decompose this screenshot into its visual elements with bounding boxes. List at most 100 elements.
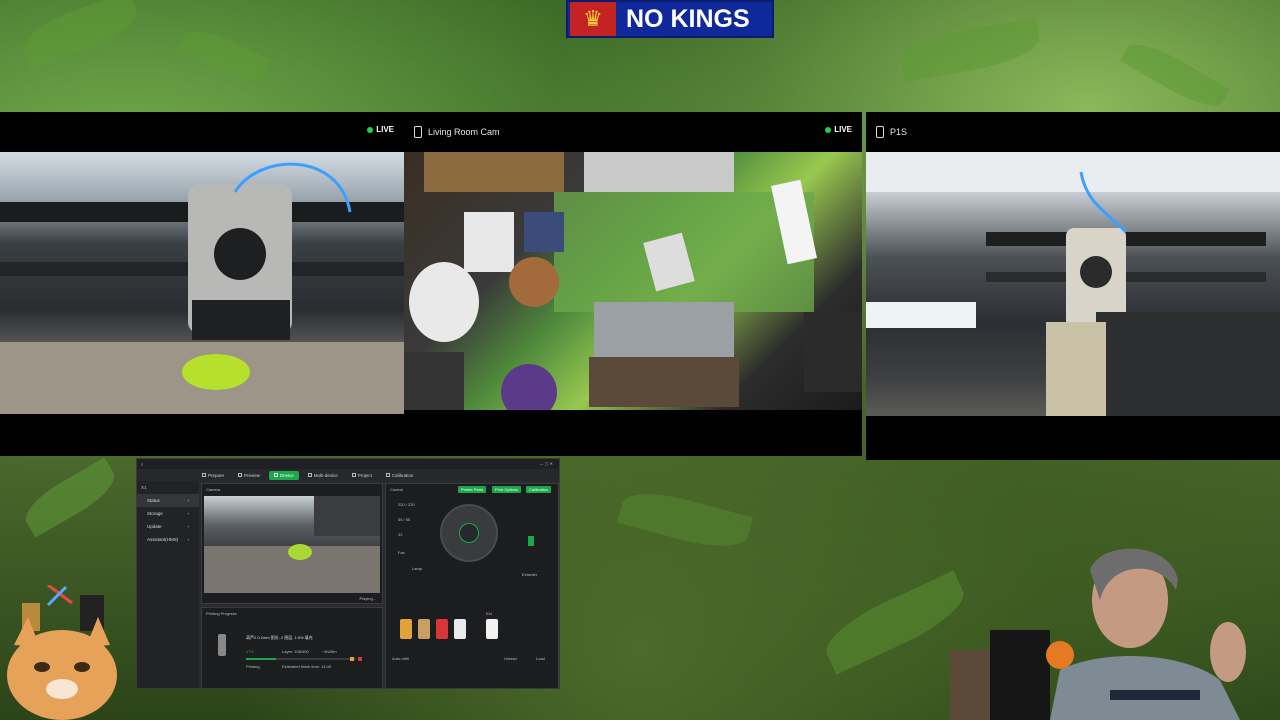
bed-temp[interactable]: 55 / 55 bbox=[398, 517, 410, 522]
stop-icon[interactable] bbox=[358, 657, 362, 661]
camera-panel-right[interactable]: P1S bbox=[866, 112, 1280, 460]
kitten-illustration bbox=[7, 583, 117, 720]
extruder-label: Extruder bbox=[522, 572, 538, 577]
time-remaining: ~4h28m bbox=[322, 649, 337, 654]
kitten-jedi-overlay bbox=[0, 583, 130, 720]
table-scene bbox=[404, 152, 862, 410]
streamer-silhouette bbox=[950, 548, 1246, 720]
printer-camera-feed bbox=[0, 152, 404, 414]
progress-pane: Printing Progress 葫芦2 0.2mm 图形, 2 图层, 1.… bbox=[201, 607, 383, 689]
ext-label: Ext bbox=[486, 611, 492, 616]
print-status: Printing bbox=[246, 664, 260, 669]
axis-jog-dial[interactable] bbox=[440, 504, 498, 562]
finish-time: Estimated finish time: 14:40 bbox=[282, 664, 332, 669]
progress-fill bbox=[246, 658, 276, 660]
external-spool[interactable] bbox=[486, 619, 498, 639]
calibration-icon bbox=[385, 473, 390, 477]
control-title: Control bbox=[390, 487, 403, 492]
p1s-camera-feed bbox=[866, 152, 1280, 416]
camera-panel-center[interactable]: Living Room Cam LIVE bbox=[404, 112, 862, 456]
live-indicator: LIVE bbox=[367, 125, 394, 134]
nozzle-temp[interactable]: 220 / 220 bbox=[398, 502, 415, 507]
camera-status: Playing... bbox=[359, 596, 376, 601]
software-camera-view bbox=[204, 496, 380, 593]
camera-title: P1S bbox=[890, 127, 908, 137]
project-icon bbox=[351, 473, 356, 477]
camera-title: Living Room Cam bbox=[428, 127, 500, 137]
crown-icon: ♛ bbox=[570, 2, 616, 36]
software-camera-scene bbox=[204, 496, 380, 593]
preview-icon bbox=[238, 473, 243, 477]
chamber-temp[interactable]: 32 bbox=[398, 532, 402, 537]
auto-refill-button[interactable]: Auto-refill bbox=[392, 656, 409, 661]
sidebar-item-assistant[interactable]: Assistant(HMS) › bbox=[137, 533, 199, 546]
sidebar-item-status[interactable]: Status › bbox=[137, 494, 199, 507]
ams-slot-4[interactable] bbox=[454, 619, 466, 639]
live-dot-icon bbox=[367, 126, 374, 133]
camera-pane-title: Camera bbox=[206, 487, 221, 492]
sidebar-item-update[interactable]: Update › bbox=[137, 520, 199, 533]
leaf-decoration bbox=[1119, 34, 1231, 116]
control-pane: Control Printer Parts Print Options Cali… bbox=[385, 483, 559, 689]
leaf-decoration bbox=[17, 457, 123, 538]
ams-slot-1[interactable] bbox=[400, 619, 412, 639]
live-dot-icon bbox=[825, 126, 832, 133]
tab-device[interactable]: Device bbox=[269, 470, 299, 480]
tab-prepare[interactable]: Prepare bbox=[197, 471, 229, 480]
camera-header: P1S bbox=[866, 112, 1280, 152]
tab-preview[interactable]: Preview bbox=[233, 471, 265, 480]
phone-icon bbox=[876, 126, 884, 138]
ams-slot-3[interactable] bbox=[436, 619, 448, 639]
bambu-studio-window[interactable]: ≡ — ▢ ✕ Prepare Preview Device Multi-dev… bbox=[136, 458, 560, 689]
model-thumbnail bbox=[218, 634, 226, 656]
extruder-icon[interactable] bbox=[528, 536, 534, 546]
progress-bar bbox=[246, 658, 356, 660]
ams-slot-2[interactable] bbox=[418, 619, 430, 639]
banner-text: NO KINGS bbox=[626, 4, 750, 33]
window-titlebar: ≡ — ▢ ✕ bbox=[137, 459, 559, 469]
print-options-button[interactable]: Print Options bbox=[492, 486, 522, 493]
load-button[interactable]: Load bbox=[536, 656, 545, 661]
window-menu[interactable]: ≡ bbox=[141, 462, 143, 467]
unload-button[interactable]: Unload bbox=[504, 656, 517, 661]
job-name: 葫芦2 0.2mm 图形, 2 图层, 1.5% 填充 bbox=[246, 635, 313, 640]
window-controls[interactable]: — ▢ ✕ bbox=[540, 461, 553, 466]
living-room-feed bbox=[404, 152, 862, 410]
phone-icon bbox=[414, 126, 422, 138]
pause-icon[interactable] bbox=[350, 657, 354, 661]
printer-scene-right bbox=[866, 152, 1280, 416]
leaf-decoration bbox=[897, 18, 1043, 82]
progress-title: Printing Progress bbox=[206, 611, 237, 616]
fan-label: Fan bbox=[398, 550, 405, 555]
device-sidebar: X1 Status › Storage › Update › Assistant(HM… bbox=[137, 481, 199, 688]
printer-selector[interactable]: X1 bbox=[137, 481, 199, 494]
device-icon bbox=[274, 473, 279, 477]
home-button[interactable] bbox=[459, 523, 479, 543]
tab-project[interactable]: Project bbox=[347, 471, 377, 480]
live-indicator: LIVE bbox=[825, 125, 852, 134]
no-kings-banner: ♛ NO KINGS bbox=[566, 0, 774, 38]
streamer-webcam bbox=[950, 540, 1280, 720]
leaf-decoration bbox=[16, 0, 144, 70]
tab-calibration[interactable]: Calibration bbox=[381, 471, 419, 480]
layer-count: Layer: 108/400 bbox=[282, 649, 309, 654]
leaf-decoration bbox=[617, 483, 753, 557]
sidebar-item-storage[interactable]: Storage › bbox=[137, 507, 199, 520]
camera-panel-left[interactable]: LIVE bbox=[0, 112, 404, 456]
camera-header: Living Room Cam LIVE bbox=[404, 112, 862, 152]
stream-scene: ♛ NO KINGS LIVE Living Room Cam LIVE P1S… bbox=[0, 0, 1280, 720]
progress-percent: 27% bbox=[246, 649, 255, 654]
camera-header: LIVE bbox=[0, 112, 404, 152]
printer-parts-button[interactable]: Printer Parts bbox=[458, 486, 487, 493]
multi-device-icon bbox=[307, 473, 312, 477]
lamp-label[interactable]: Lamp bbox=[412, 566, 422, 571]
live-label: LIVE bbox=[376, 125, 394, 134]
camera-pane: Camera Playing... bbox=[201, 483, 383, 604]
printer-scene-left bbox=[0, 162, 404, 414]
calibration-button[interactable]: Calibration bbox=[526, 486, 552, 493]
leaf-decoration bbox=[177, 22, 273, 88]
live-label: LIVE bbox=[834, 125, 852, 134]
main-tabs: Prepare Preview Device Multi-device Proj… bbox=[137, 469, 559, 481]
prepare-icon bbox=[202, 473, 206, 477]
tab-multi-device[interactable]: Multi-device bbox=[303, 471, 343, 480]
